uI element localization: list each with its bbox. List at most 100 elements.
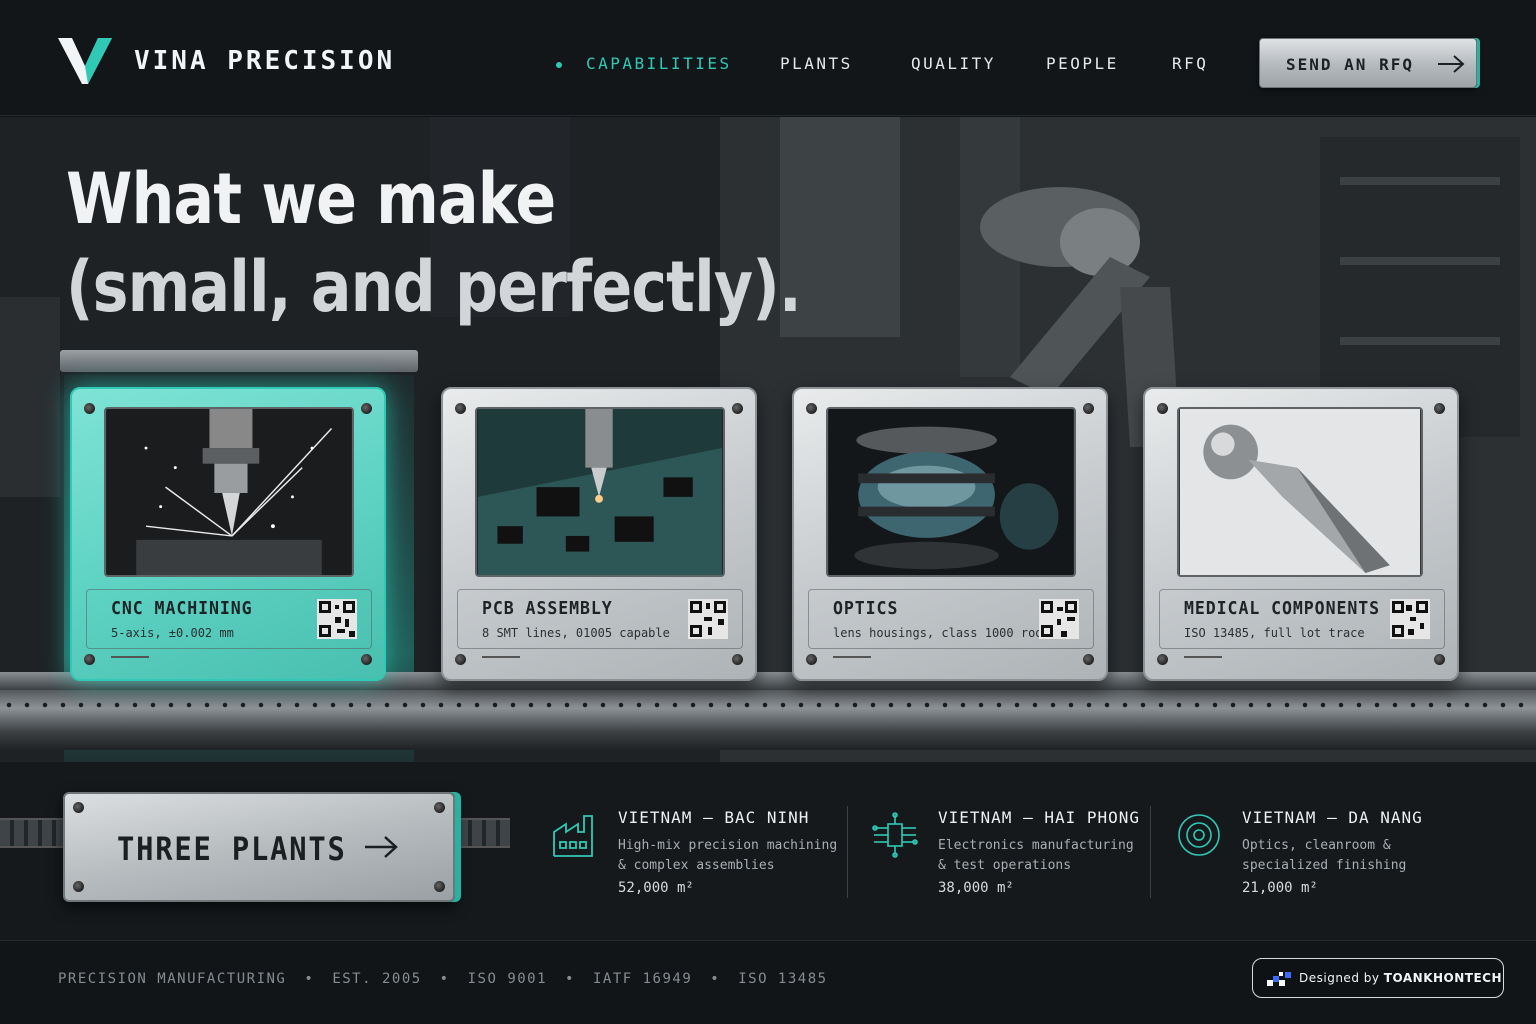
pcb-board-image — [475, 407, 725, 577]
card-label-plate: MEDICAL COMPONENTS ISO 13485, full lot t… — [1159, 589, 1445, 658]
capability-card-optics[interactable]: OPTICS lens housings, class 1000 room — [792, 387, 1108, 681]
hero-section: What we make (small, and perfectly). CNC… — [0, 117, 1536, 762]
plant-area: 52,000 m² — [618, 880, 694, 896]
screw-icon — [1157, 654, 1168, 665]
conveyor-chain-right — [458, 818, 510, 848]
card-divider — [482, 656, 520, 658]
screw-icon — [73, 881, 84, 892]
plants-strip: THREE PLANTS VIETNAM — BAC NINH High-mix… — [0, 762, 1536, 940]
conveyor-rollers — [0, 702, 1536, 708]
factory-icon — [553, 815, 593, 857]
plant-bac-ninh[interactable]: VIETNAM — BAC NINH High-mix precision ma… — [552, 806, 842, 906]
conveyor-chain-left — [0, 818, 66, 848]
nav-plants[interactable]: PLANTS — [780, 54, 853, 73]
capability-card-pcb[interactable]: PCB ASSEMBLY 8 SMT lines, 01005 capable — [441, 387, 757, 681]
capability-card-medical[interactable]: MEDICAL COMPONENTS ISO 13485, full lot t… — [1143, 387, 1459, 681]
nav-rfq[interactable]: RFQ — [1172, 54, 1208, 73]
screw-icon — [1157, 403, 1168, 414]
footer-separator: • — [439, 971, 450, 987]
screw-icon — [434, 802, 445, 813]
card-label-plate: CNC MACHINING 5-axis, ±0.002 mm — [86, 589, 372, 658]
send-rfq-button[interactable]: SEND AN RFQ — [1259, 38, 1477, 88]
screw-icon — [732, 403, 743, 414]
card-subtitle: 8 SMT lines, 01005 capable — [482, 626, 670, 640]
hero-headline: What we make (small, and perfectly). — [66, 155, 802, 331]
capability-card-cnc[interactable]: CNC MACHINING 5-axis, ±0.002 mm — [70, 387, 386, 681]
qr-code-icon — [688, 599, 728, 639]
nav-people[interactable]: PEOPLE — [1046, 54, 1119, 73]
plant-hai-phong[interactable]: VIETNAM — HAI PHONG Electronics manufact… — [872, 806, 1162, 906]
divider — [847, 806, 848, 898]
hip-implant-image — [1177, 407, 1423, 577]
plant-desc-line: specialized finishing — [1242, 858, 1407, 873]
nav-quality[interactable]: QUALITY — [911, 54, 996, 73]
screw-icon — [1434, 403, 1445, 414]
card-divider — [833, 656, 871, 658]
plant-desc-line: Electronics manufacturing — [938, 838, 1134, 853]
send-rfq-label: SEND AN RFQ — [1286, 55, 1414, 74]
lens-ring-icon — [1178, 814, 1220, 856]
card-title: CNC MACHINING — [111, 598, 253, 619]
three-plants-button[interactable]: THREE PLANTS — [63, 792, 455, 902]
screw-icon — [361, 654, 372, 665]
plant-title: VIETNAM — HAI PHONG — [938, 808, 1141, 827]
plant-area: 38,000 m² — [938, 880, 1014, 896]
pixel-logo-icon — [1267, 972, 1291, 986]
plant-da-nang[interactable]: VIETNAM — DA NANG Optics, cleanroom & sp… — [1176, 806, 1466, 906]
headline-line-1: What we make — [66, 158, 556, 240]
divider — [1150, 806, 1151, 898]
screw-icon — [73, 802, 84, 813]
arrow-right-icon — [365, 836, 398, 858]
plant-desc-line: Optics, cleanroom & — [1242, 838, 1391, 853]
credit-name: TOANKHONTECH — [1383, 971, 1503, 985]
plant-description: High-mix precision machining & complex a… — [618, 836, 837, 876]
plant-desc-line: & complex assemblies — [618, 858, 775, 873]
footer-separator: • — [710, 971, 721, 987]
card-divider — [111, 656, 149, 658]
plant-description: Electronics manufacturing & test operati… — [938, 836, 1134, 876]
screw-icon — [806, 654, 817, 665]
qr-code-icon — [1390, 599, 1430, 639]
screw-icon — [732, 654, 743, 665]
plant-area: 21,000 m² — [1242, 880, 1318, 896]
site-footer: PRECISION MANUFACTURING • EST. 2005 • ISO 90… — [0, 940, 1536, 1024]
card-title: MEDICAL COMPONENTS — [1184, 598, 1381, 619]
headline-line-2: (small, and perfectly). — [66, 246, 802, 328]
circuit-icon — [872, 812, 918, 858]
cnc-spindle-image — [104, 407, 354, 577]
screw-icon — [84, 403, 95, 414]
site-header: VINA PRECISION CAPABILITIES PLANTS QUALI… — [0, 0, 1536, 116]
three-plants-label: THREE PLANTS — [117, 830, 347, 868]
active-card-cap — [60, 350, 418, 372]
credit-prefix: Designed by — [1299, 971, 1380, 985]
plant-desc-line: High-mix precision machining — [618, 838, 838, 853]
qr-code-icon — [317, 599, 357, 639]
card-title: OPTICS — [833, 598, 899, 619]
footer-tag: EST. 2005 — [332, 971, 422, 987]
plant-desc-line: & test operations — [938, 858, 1072, 873]
screw-icon — [455, 403, 466, 414]
screw-icon — [1083, 654, 1094, 665]
footer-tag: ISO 9001 — [467, 971, 548, 987]
footer-tag: PRECISION MANUFACTURING — [58, 971, 287, 987]
nav-capabilities[interactable]: CAPABILITIES — [586, 54, 732, 73]
lens-stack-image — [826, 407, 1076, 577]
screw-icon — [806, 403, 817, 414]
screw-icon — [84, 654, 95, 665]
card-subtitle: ISO 13485, full lot trace — [1184, 626, 1365, 640]
card-label-plate: OPTICS lens housings, class 1000 room — [808, 589, 1094, 658]
qr-code-icon — [1039, 599, 1079, 639]
screw-icon — [434, 881, 445, 892]
footer-separator: • — [565, 971, 575, 987]
card-subtitle: 5-axis, ±0.002 mm — [111, 626, 234, 640]
screw-icon — [1083, 403, 1094, 414]
card-subtitle: lens housings, class 1000 room — [833, 626, 1050, 640]
arrow-right-icon — [1438, 55, 1465, 73]
footer-tags: PRECISION MANUFACTURING • EST. 2005 • ISO 90… — [58, 971, 828, 987]
conveyor-belt — [0, 690, 1536, 750]
screw-icon — [1434, 654, 1445, 665]
screw-icon — [455, 654, 466, 665]
footer-separator: • — [304, 971, 315, 987]
designer-credit-badge[interactable]: Designed by TOANKHONTECH — [1252, 958, 1504, 998]
card-title: PCB ASSEMBLY — [482, 598, 613, 619]
